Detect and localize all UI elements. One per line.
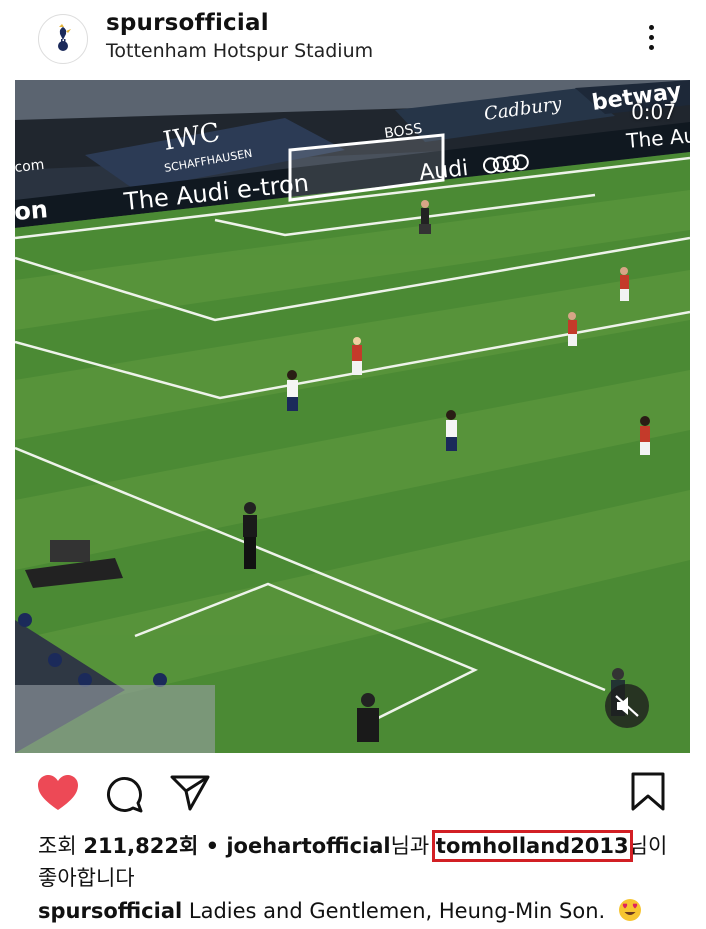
conjunction-text: 님과 <box>390 834 436 858</box>
post-location[interactable]: Tottenham Hotspur Stadium <box>106 40 373 62</box>
liker-username-2[interactable]: tomholland2013 <box>431 830 633 862</box>
post-username[interactable]: spursofficial <box>106 10 269 36</box>
on-text: on <box>15 195 49 226</box>
likes-suffix-line: 좋아합니다 <box>38 866 135 890</box>
player-son <box>287 370 298 411</box>
separator-dot: • <box>198 834 227 858</box>
more-options-icon[interactable] <box>642 22 660 54</box>
player-red-3 <box>352 337 362 375</box>
player-white-2 <box>446 410 457 451</box>
player-red-4 <box>640 416 650 455</box>
video-timer: 0:07 <box>631 100 676 124</box>
player-red-2 <box>568 312 577 346</box>
views-likes-line: 조회 211,822회 • joehartofficial님과 tomholla… <box>38 830 668 862</box>
mute-icon[interactable] <box>605 684 649 728</box>
heart-eyes-emoji-icon <box>618 899 641 921</box>
player-red-1 <box>620 267 629 301</box>
likes-suffix: 님이 <box>628 834 668 858</box>
post-video[interactable]: IWC SCHAFFHAUSEN Cadbury BOSS betway on … <box>15 80 690 753</box>
bookmark-icon[interactable] <box>630 772 666 816</box>
football-pitch-scene: IWC SCHAFFHAUSEN Cadbury BOSS betway on … <box>15 80 690 753</box>
liker-username-1[interactable]: joehartofficial <box>226 834 390 858</box>
views-count[interactable]: 211,822회 <box>83 834 198 858</box>
send-icon[interactable] <box>170 774 210 816</box>
views-label: 조회 <box>38 834 77 858</box>
heart-icon[interactable] <box>37 774 79 816</box>
comment-icon[interactable] <box>104 774 144 818</box>
spurs-avatar[interactable] <box>38 14 88 64</box>
com-text: com <box>15 157 45 176</box>
post-header: spursofficial Tottenham Hotspur Stadium <box>0 0 706 78</box>
post-actions-bar <box>0 760 706 824</box>
spurs-cockerel-logo <box>40 16 86 62</box>
caption-text: Ladies and Gentlemen, Heung-Min Son. <box>188 899 606 923</box>
caption-line: spursofficial Ladies and Gentlemen, Heun… <box>38 898 642 923</box>
caption-username[interactable]: spursofficial <box>38 899 182 923</box>
